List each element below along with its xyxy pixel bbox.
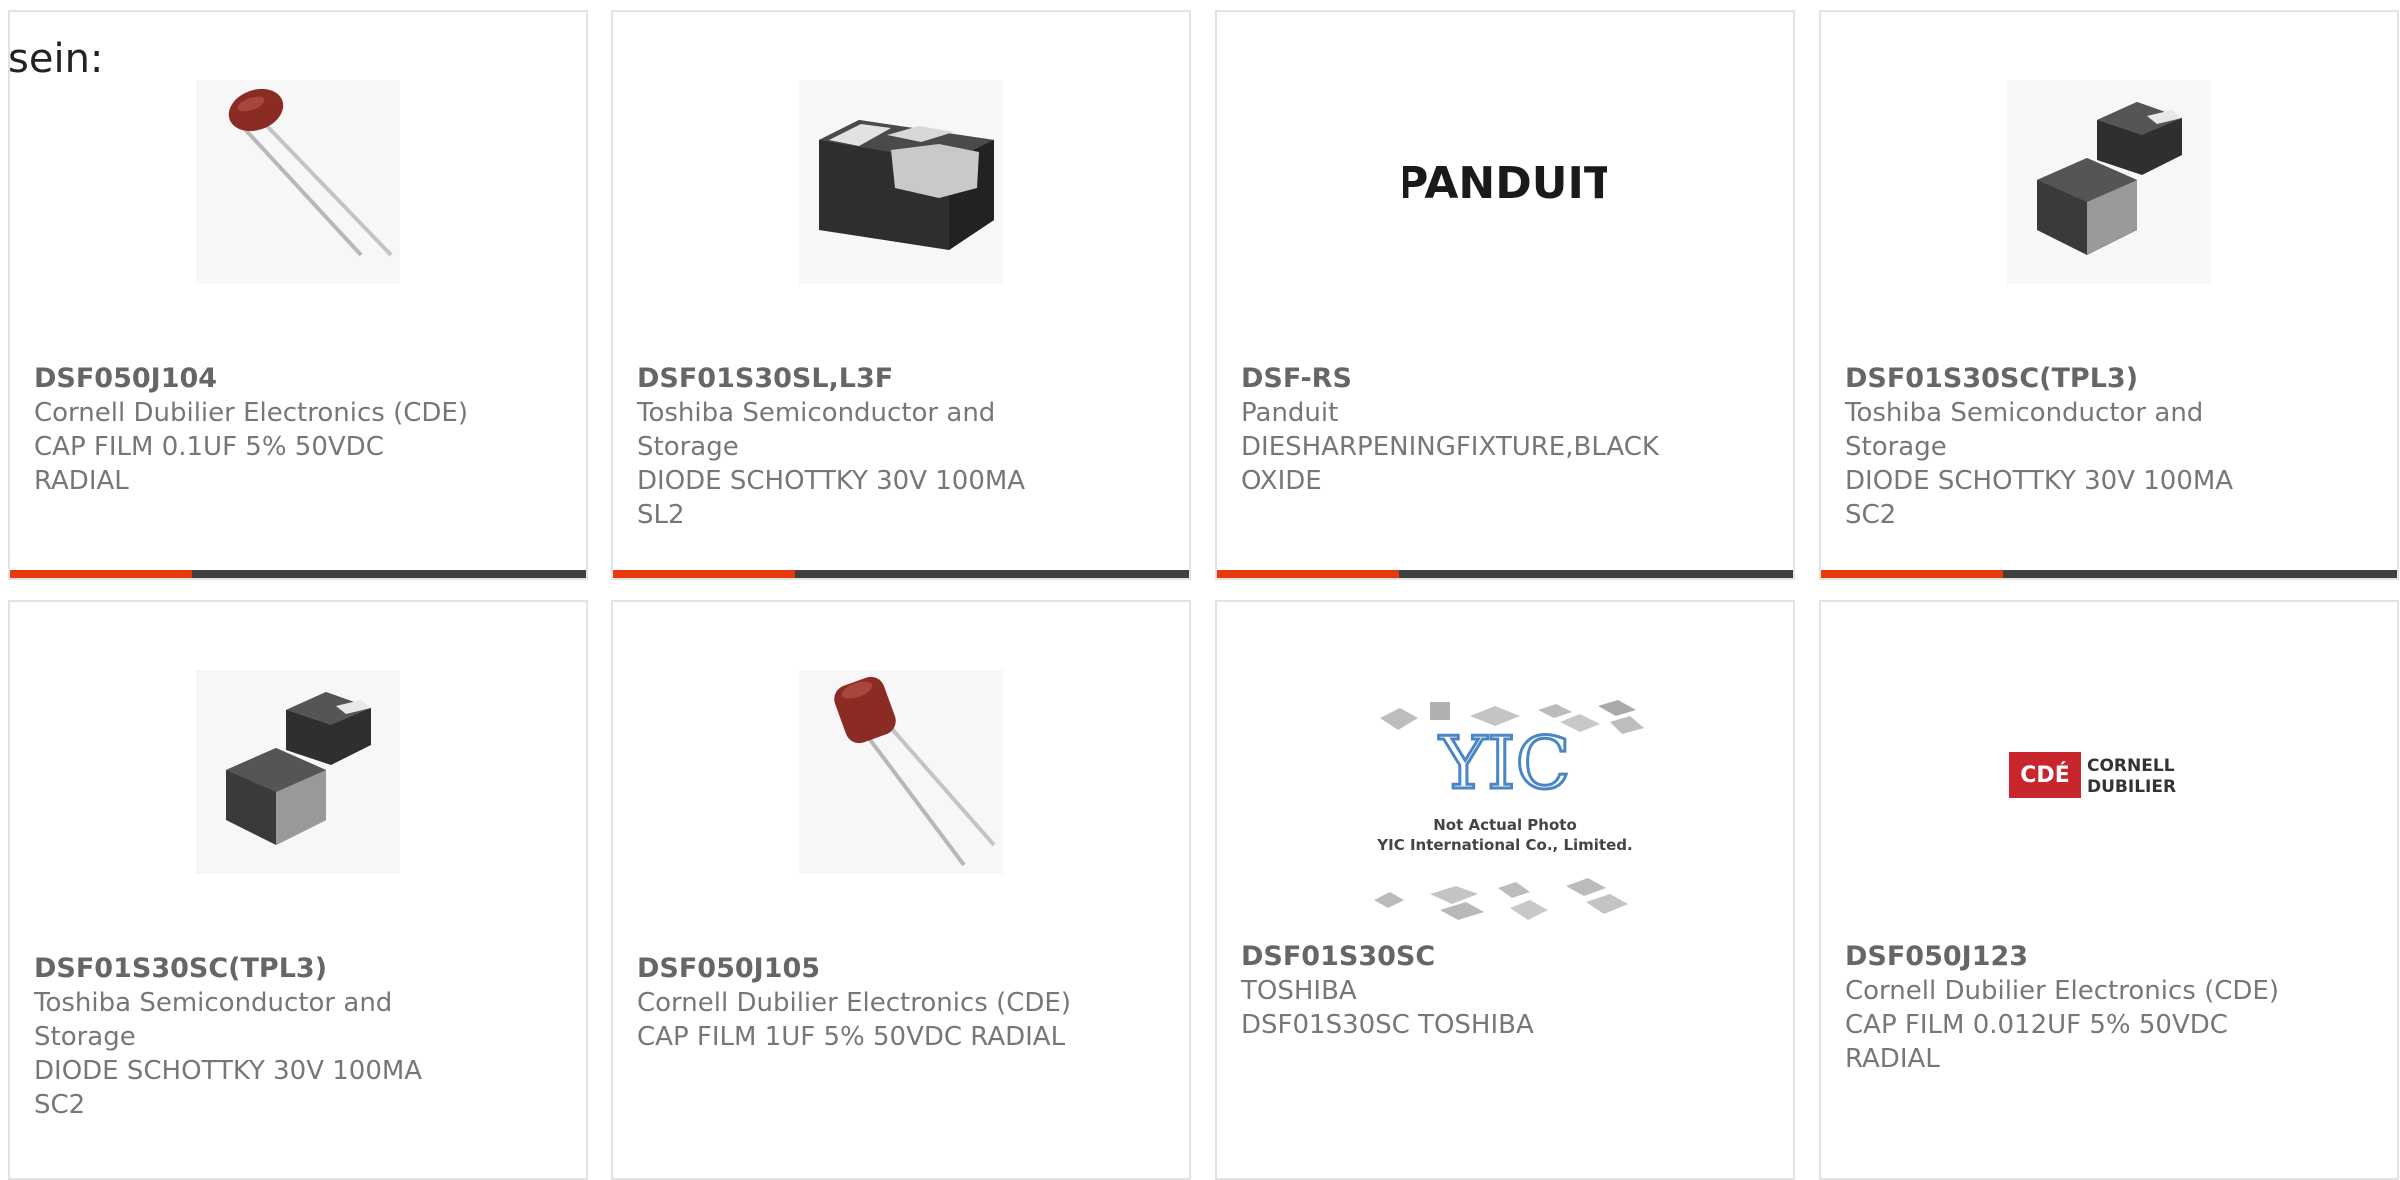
manufacturer-name: Cornell Dubilier Electronics (CDE) [1845,976,2279,1006]
part-number[interactable]: DSF050J123 [1845,940,2285,974]
product-description: DIESHARPENINGFIXTURE,BLACK OXIDE [1241,432,1659,496]
placeholder-caption: YIC International Co., Limited. [1376,836,1632,854]
part-number[interactable]: DSF01S30SC(TPL3) [34,952,474,986]
manufacturer-name: Toshiba Semiconductor and Storage [1845,398,2204,462]
product-card[interactable]: DSF050J105 Cornell Dubilier Electronics … [611,600,1191,1180]
product-description: CAP FILM 1UF 5% 50VDC RADIAL [637,1022,1066,1052]
product-description: DIODE SCHOTTKY 30V 100MA SC2 [1845,466,2234,530]
product-description: CAP FILM 0.1UF 5% 50VDC RADIAL [34,432,384,496]
product-description: DIODE SCHOTTKY 30V 100MA SC2 [34,1056,423,1120]
card-accent-bar [10,570,586,578]
panduit-logo-text: PANDUIT [1403,158,1607,209]
part-number[interactable]: DSF-RS [1241,362,1681,396]
film-capacitor-image [799,670,1003,874]
cde-logo: CDÉ CORNELL DUBILIER [2007,670,2211,874]
manufacturer-name: Toshiba Semiconductor and Storage [34,988,393,1052]
manufacturer-name: Cornell Dubilier Electronics (CDE) [34,398,468,428]
part-number[interactable]: DSF050J105 [637,952,1077,986]
product-description: DIODE SCHOTTKY 30V 100MA SL2 [637,466,1026,530]
product-card[interactable]: PANDUIT DSF-RS Panduit DIESHARPENINGFIXT… [1215,10,1795,580]
product-description: DSF01S30SC TOSHIBA [1241,1010,1534,1040]
product-card[interactable]: DSF01S30SC(TPL3) Toshiba Semiconductor a… [1819,10,2399,580]
cde-logo-mark: CDÉ [2020,762,2069,788]
product-card[interactable]: DSF050J104 Cornell Dubilier Electronics … [8,10,588,580]
part-number[interactable]: DSF01S30SL,L3F [637,362,1077,396]
card-accent-bar [613,570,1189,578]
cde-logo-line: CORNELL [2087,756,2175,776]
cde-logo-line: DUBILIER [2087,777,2176,797]
part-number[interactable]: DSF01S30SC(TPL3) [1845,362,2285,396]
film-capacitor-image [196,80,400,284]
smd-diode-pair-image [2007,80,2211,284]
manufacturer-name: TOSHIBA [1241,976,1357,1006]
smd-diode-pair-image [196,670,400,874]
intro-text: sein: [8,36,104,82]
part-number[interactable]: DSF050J104 [34,362,474,396]
manufacturer-name: Panduit [1241,398,1339,428]
product-card[interactable]: CDÉ CORNELL DUBILIER DSF050J123 Cornell … [1819,600,2399,1180]
panduit-logo: PANDUIT [1403,80,1607,284]
product-description: CAP FILM 0.012UF 5% 50VDC RADIAL [1845,1010,2228,1074]
product-card[interactable]: DSF01S30SC(TPL3) Toshiba Semiconductor a… [8,600,588,1180]
product-card[interactable]: DSF01S30SL,L3F Toshiba Semiconductor and… [611,10,1191,580]
product-grid: DSF050J104 Cornell Dubilier Electronics … [0,0,2400,1180]
card-accent-bar [1821,570,2397,578]
card-accent-bar [1217,570,1793,578]
yic-placeholder-image: YIC Not Actual Photo YIC International C… [1360,688,1650,938]
manufacturer-name: Cornell Dubilier Electronics (CDE) [637,988,1071,1018]
svg-text:YIC: YIC [1438,721,1570,805]
part-number[interactable]: DSF01S30SC [1241,940,1681,974]
manufacturer-name: Toshiba Semiconductor and Storage [637,398,996,462]
product-card[interactable]: YIC Not Actual Photo YIC International C… [1215,600,1795,1180]
smd-diode-image [799,80,1003,284]
placeholder-caption: Not Actual Photo [1433,816,1577,834]
